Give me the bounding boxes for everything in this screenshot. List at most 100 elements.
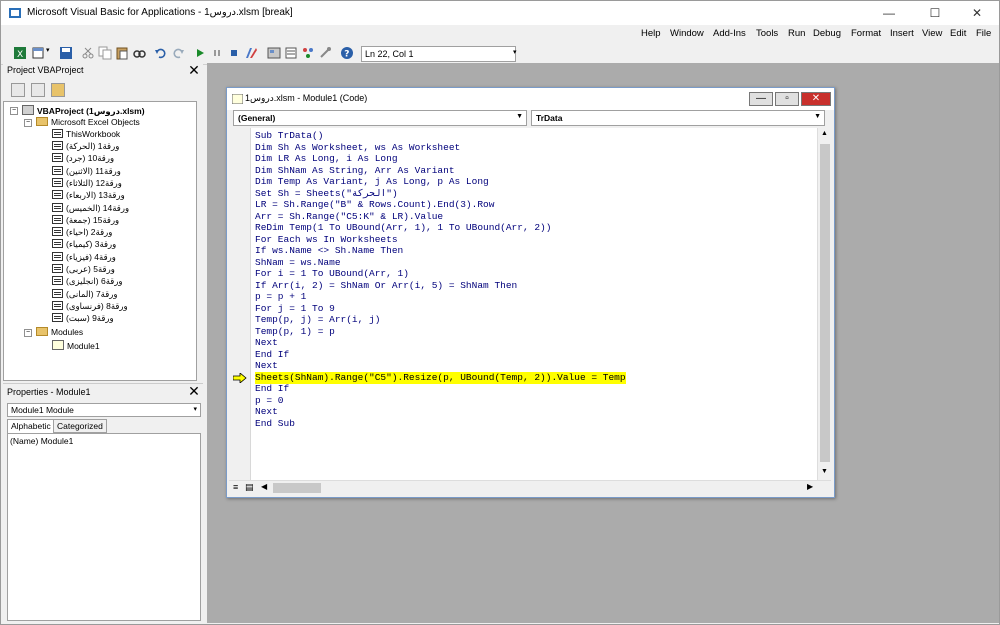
tree-node-sheet[interactable]: ورقة5 (عربى): [52, 264, 115, 275]
find-icon[interactable]: [132, 46, 146, 60]
tree-node-sheet[interactable]: ورقة2 (احياء): [52, 227, 112, 238]
close-icon[interactable]: ✕: [187, 63, 201, 78]
tree-node-sheet[interactable]: ورقة13 (الاربعاء): [52, 190, 125, 201]
code-line[interactable]: Temp(p, 1) = p: [255, 326, 335, 338]
toggle-folders-icon[interactable]: [51, 83, 65, 97]
menu-edit[interactable]: Edit: [950, 28, 966, 39]
menu-file[interactable]: File: [976, 28, 991, 39]
code-restore-button[interactable]: ▫: [775, 92, 799, 106]
code-line[interactable]: If ws.Name <> Sh.Name Then: [255, 245, 403, 257]
project-explorer-icon[interactable]: [267, 46, 281, 60]
code-line[interactable]: ShNam = ws.Name: [255, 257, 341, 269]
menu-insert[interactable]: Insert: [890, 28, 914, 39]
toolbox-icon[interactable]: [318, 46, 332, 60]
tree-node-sheet[interactable]: ورقة14 (الخميس): [52, 202, 129, 214]
menu-run[interactable]: Run: [788, 28, 805, 39]
code-close-button[interactable]: ✕: [801, 92, 831, 106]
code-line[interactable]: p = 0: [255, 395, 284, 407]
tree-node-sheet[interactable]: ورقة10 (جرد): [52, 153, 114, 164]
scroll-down-icon[interactable]: ▼: [821, 468, 828, 475]
code-line[interactable]: p = p + 1: [255, 291, 306, 303]
tree-node-excel-objects[interactable]: Microsoft Excel Objects: [36, 117, 140, 127]
break-icon[interactable]: [210, 46, 224, 60]
property-row-name[interactable]: (Name) Module1: [10, 436, 73, 446]
code-line[interactable]: Dim Temp As Variant, j As Long, p As Lon…: [255, 176, 489, 188]
code-line[interactable]: If Arr(i, 2) = ShNam Or Arr(i, 5) = ShNa…: [255, 280, 517, 292]
code-line[interactable]: Temp(p, j) = Arr(i, j): [255, 314, 380, 326]
help-icon[interactable]: ?: [340, 46, 354, 60]
scroll-left-icon[interactable]: ◀: [261, 482, 267, 491]
tree-node-sheet[interactable]: ورقة15 (جمعة): [52, 214, 119, 226]
code-line[interactable]: For i = 1 To UBound(Arr, 1): [255, 268, 409, 280]
menu-add-ins[interactable]: Add-Ins: [713, 28, 746, 39]
reset-icon[interactable]: [227, 46, 241, 60]
code-line[interactable]: Arr = Sh.Range("C5:K" & LR).Value: [255, 211, 443, 223]
code-line[interactable]: Next: [255, 360, 278, 372]
chevron-down-icon[interactable]: ▾: [46, 46, 60, 60]
tree-node-sheet[interactable]: ورقة11 (الاثنين): [52, 165, 121, 177]
save-icon[interactable]: [59, 46, 73, 60]
tree-node-sheet[interactable]: ورقة6 (انجليزى): [52, 276, 123, 287]
chevron-down-icon[interactable]: ▼: [814, 113, 821, 120]
collapse-icon[interactable]: −: [24, 119, 32, 127]
title-bar[interactable]: Microsoft Visual Basic for Applications …: [1, 1, 999, 25]
chevron-down-icon[interactable]: ▼: [516, 113, 523, 120]
code-line[interactable]: End If: [255, 383, 289, 395]
menu-format[interactable]: Format: [851, 28, 881, 39]
tree-node-modules[interactable]: Modules: [36, 327, 83, 337]
cut-icon[interactable]: [81, 46, 95, 60]
menu-window[interactable]: Window: [670, 28, 704, 39]
insert-module-icon[interactable]: [32, 46, 46, 60]
chevron-down-icon[interactable]: ▾: [513, 48, 527, 62]
code-line[interactable]: Next: [255, 337, 278, 349]
procedure-view-icon[interactable]: ≡: [233, 482, 238, 492]
menu-help[interactable]: Help: [641, 28, 661, 39]
tree-node-sheet[interactable]: ورقة7 (المانى): [52, 288, 118, 300]
close-button[interactable]: ✕: [955, 1, 999, 25]
tab-categorized[interactable]: Categorized: [53, 419, 107, 433]
code-line[interactable]: For Each ws In Worksheets: [255, 234, 398, 246]
scroll-right-icon[interactable]: ▶: [807, 482, 813, 491]
copy-icon[interactable]: [98, 46, 112, 60]
indicator-margin[interactable]: [229, 128, 251, 480]
code-line[interactable]: For j = 1 To 9: [255, 303, 335, 315]
view-object-icon[interactable]: [31, 83, 45, 97]
code-horizontal-scrollbar[interactable]: ≡ ▤ ◀ ▶: [229, 480, 831, 494]
menu-debug[interactable]: Debug: [813, 28, 841, 39]
menu-view[interactable]: View: [922, 28, 942, 39]
tree-node-sheet[interactable]: ورقة12 (الثلاثاء): [52, 177, 122, 189]
scroll-up-icon[interactable]: ▲: [821, 130, 828, 137]
code-editor[interactable]: Sub TrData() Dim Sh As Worksheet, ws As W…: [251, 128, 817, 480]
view-code-icon[interactable]: [11, 83, 25, 97]
scroll-thumb[interactable]: [820, 144, 830, 462]
code-line[interactable]: Dim Sh As Worksheet, ws As Worksheet: [255, 142, 460, 154]
properties-icon[interactable]: [284, 46, 298, 60]
redo-icon[interactable]: [171, 46, 185, 60]
collapse-icon[interactable]: −: [10, 107, 18, 115]
minimize-button[interactable]: —: [867, 1, 911, 25]
tree-node-sheet[interactable]: ورقة4 (فيزياء): [52, 251, 116, 263]
code-line[interactable]: Dim ShNam As String, Arr As Variant: [255, 165, 455, 177]
code-line[interactable]: ReDim Temp(1 To UBound(Arr, 1), 1 To UBo…: [255, 222, 551, 234]
properties-object-select[interactable]: Module1 Module ▾: [7, 403, 201, 417]
tab-alphabetic[interactable]: Alphabetic: [7, 419, 55, 433]
tree-node-sheet[interactable]: ورقة8 (فرنساوى): [52, 300, 128, 312]
tree-node-sheet[interactable]: ورقة3 (كيمياء): [52, 239, 116, 250]
procedure-combo[interactable]: TrData ▼: [531, 110, 825, 126]
tree-node-thisworkbook[interactable]: ThisWorkbook: [52, 129, 120, 139]
code-line[interactable]: Sub TrData(): [255, 130, 323, 142]
tree-node-project[interactable]: VBAProject (دروس1.xlsm): [22, 105, 145, 117]
object-browser-icon[interactable]: [301, 46, 315, 60]
maximize-button[interactable]: ☐: [913, 1, 957, 25]
close-icon[interactable]: ✕: [187, 384, 201, 399]
full-module-view-icon[interactable]: ▤: [245, 482, 254, 493]
scroll-thumb[interactable]: [273, 483, 321, 493]
current-execution-line[interactable]: Sheets(ShNam).Range("C5").Resize(p, UBou…: [255, 371, 626, 384]
menu-tools[interactable]: Tools: [756, 28, 778, 39]
paste-icon[interactable]: [115, 46, 129, 60]
object-combo[interactable]: (General) ▼: [233, 110, 527, 126]
chevron-down-icon[interactable]: ▾: [193, 405, 197, 413]
code-line[interactable]: Next: [255, 406, 278, 418]
code-line[interactable]: Set Sh = Sheets("الحركة"): [255, 188, 398, 200]
undo-icon[interactable]: [154, 46, 168, 60]
